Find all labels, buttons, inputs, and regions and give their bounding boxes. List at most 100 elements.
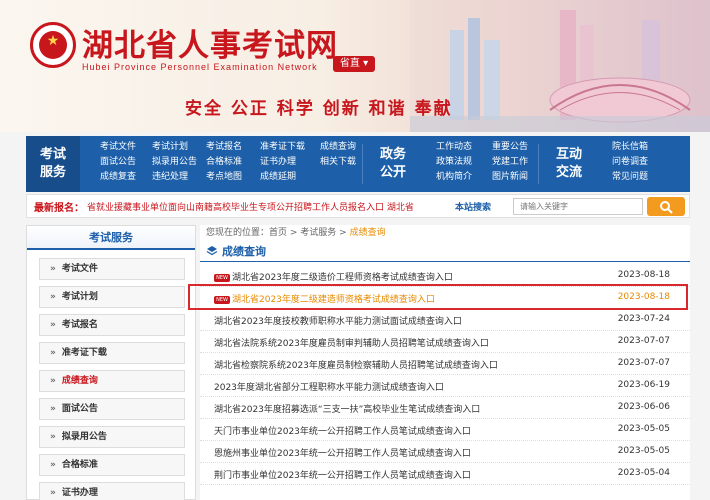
list-item[interactable]: 湖北省检察院系统2023年度雇员制检察辅助人员招聘笔试成绩查询入口 2023-0… bbox=[200, 353, 690, 375]
nav-link[interactable]: 成绩查询 bbox=[320, 142, 368, 153]
nav-head-interaction[interactable]: 互动 交流 bbox=[542, 136, 596, 192]
sidebar-item-exam-plan[interactable]: » 考试计划 bbox=[39, 286, 185, 308]
nav-link[interactable]: 机构简介 bbox=[436, 172, 482, 183]
section-title-text: 成绩查询 bbox=[222, 245, 266, 258]
nav-link[interactable]: 政策法规 bbox=[436, 157, 482, 168]
main-content: 您现在的位置：首页 > 考试服务 > 成绩查询 成绩查询 NEW 湖北省2023年… bbox=[188, 225, 690, 500]
breadcrumb-prefix: 您现在的位置： bbox=[206, 228, 270, 238]
nav-head-line: 服务 bbox=[39, 165, 66, 180]
list-item[interactable]: 天门市事业单位2023年统一公开招聘工作人员笔试成绩查询入口 2023-05-0… bbox=[200, 419, 690, 441]
new-badge: NEW bbox=[214, 296, 230, 304]
list-item-link[interactable]: 湖北省2023年度技校教师职称水平能力测试面试成绩查询入口 bbox=[214, 314, 604, 327]
sidebar-item-pass-standard[interactable]: » 合格标准 bbox=[39, 454, 185, 476]
list-item[interactable]: 2023年度湖北省部分工程职称水平能力测试成绩查询入口 2023-06-19 bbox=[200, 375, 690, 397]
search-icon bbox=[660, 201, 673, 214]
nav-link[interactable]: 考试计划 bbox=[152, 142, 196, 153]
nav-link[interactable]: 成绩复查 bbox=[100, 172, 142, 183]
nav-link[interactable]: 工作动态 bbox=[436, 142, 482, 153]
nav-link[interactable]: 问卷调查 bbox=[612, 157, 656, 168]
list-item-link[interactable]: 天门市事业单位2023年统一公开招聘工作人员笔试成绩查询入口 bbox=[214, 424, 604, 437]
list-item-link[interactable]: 恩施州事业单位2023年统一公开招聘工作人员笔试成绩查询入口 bbox=[214, 446, 604, 459]
nav-link[interactable]: 相关下载 bbox=[320, 157, 368, 168]
nav-head-line: 公开 bbox=[379, 165, 406, 180]
list-item[interactable]: 湖北省2023年度招募选派“三支一扶”高校毕业生笔试成绩查询入口 2023-06… bbox=[200, 397, 690, 419]
region-select-button[interactable]: 省直 ▾ bbox=[333, 56, 375, 72]
section-divider bbox=[200, 261, 690, 262]
layers-icon bbox=[206, 246, 218, 256]
sidebar-item-certificate[interactable]: » 证书办理 bbox=[39, 482, 185, 500]
search-label: 本站搜索 bbox=[455, 203, 492, 213]
nav-link[interactable]: 考试报名 bbox=[206, 142, 250, 153]
double-chevron-right-icon: » bbox=[50, 320, 56, 330]
sidebar-item-label: 准考证下载 bbox=[61, 348, 107, 358]
sidebar-item-hire-notice[interactable]: » 拟录用公告 bbox=[39, 426, 185, 448]
breadcrumb-home[interactable]: 首页 bbox=[269, 228, 287, 238]
list-item-link[interactable]: 湖北省2023年度二级建造师资格考试成绩查询入口 bbox=[232, 295, 435, 305]
nav-head-exam-service[interactable]: 考试 服务 bbox=[26, 136, 80, 192]
sidebar: 考试服务 » 考试文件 » 考试计划 » 考试报名 » 准考证下载 » 成绩查询 » 面试公… bbox=[26, 225, 196, 500]
list-item[interactable]: NEW 湖北省2023年度二级建造师资格考试成绩查询入口 2023-08-18 bbox=[188, 284, 690, 310]
site-header: ★ 湖北省人事考试网 Hubei Province Personnel Exam… bbox=[0, 0, 710, 132]
list-item-date: 2023-05-05 bbox=[617, 424, 670, 434]
breadcrumb-current: 成绩查询 bbox=[349, 228, 386, 238]
nav-link[interactable]: 考试文件 bbox=[100, 142, 142, 153]
search-input[interactable] bbox=[513, 198, 643, 215]
nav-head-gov-affairs[interactable]: 政务 公开 bbox=[366, 136, 420, 192]
list-item[interactable]: 恩施州事业单位2023年统一公开招聘工作人员笔试成绩查询入口 2023-05-0… bbox=[200, 441, 690, 463]
nav-link[interactable]: 成绩延期 bbox=[260, 172, 310, 183]
list-item-link[interactable]: 2023年度湖北省部分工程职称水平能力测试成绩查询入口 bbox=[214, 380, 604, 393]
nav-link[interactable]: 合格标准 bbox=[206, 157, 250, 168]
nav-link[interactable]: 重要公告 bbox=[492, 142, 536, 153]
city-skyline-banner bbox=[410, 0, 710, 132]
nav-link[interactable]: 图片新闻 bbox=[492, 172, 536, 183]
nav-link[interactable]: 拟录用公告 bbox=[152, 157, 197, 168]
list-item-title[interactable]: NEW 湖北省2023年度二级造价工程师资格考试成绩查询入口 bbox=[214, 270, 604, 283]
list-item-link[interactable]: 湖北省2023年度招募选派“三支一扶”高校毕业生笔试成绩查询入口 bbox=[214, 402, 604, 415]
nav-link[interactable]: 常见问题 bbox=[612, 172, 656, 183]
double-chevron-right-icon: » bbox=[50, 488, 56, 498]
nav-link[interactable]: 证书办理 bbox=[260, 157, 310, 168]
site-title[interactable]: 湖北省人事考试网 bbox=[82, 20, 338, 65]
list-item-link[interactable]: 荆门市事业单位2023年统一公开招聘工作人员笔试成绩查询入口 bbox=[214, 468, 604, 481]
main-nav: 考试 服务 考试文件 考试计划 考试报名 准考证下载 成绩查询 面试公告 拟录用… bbox=[26, 136, 690, 192]
nav-link[interactable]: 面试公告 bbox=[100, 157, 142, 168]
slogan: 安全 公正 科学 创新 和谐 奉献 bbox=[185, 99, 453, 119]
nav-links-interaction: 院长信箱 问卷调查 常见问题 bbox=[612, 142, 656, 183]
sidebar-item-registration[interactable]: » 考试报名 bbox=[39, 314, 185, 336]
list-item-date: 2023-08-18 bbox=[617, 270, 670, 280]
list-item[interactable]: 湖北省法院系统2023年度雇员制审判辅助人员招聘笔试成绩查询入口 2023-07… bbox=[200, 331, 690, 353]
logo-emblem-icon[interactable]: ★ bbox=[30, 22, 76, 68]
caret-down-icon: ▾ bbox=[363, 58, 369, 69]
notice-bar: 最新报名： 省就业援藏事业单位面向山南籍高校毕业生专项公开招聘工作人员报名入口 … bbox=[26, 194, 690, 218]
section-title: 成绩查询 bbox=[206, 243, 266, 259]
list-item-link[interactable]: 湖北省2023年度二级造价工程师资格考试成绩查询入口 bbox=[232, 273, 453, 283]
sidebar-item-label: 考试报名 bbox=[61, 320, 98, 330]
sidebar-item-interview-notice[interactable]: » 面试公告 bbox=[39, 398, 185, 420]
double-chevron-right-icon: » bbox=[50, 432, 56, 442]
new-badge: NEW bbox=[214, 274, 230, 282]
list-item-link[interactable]: 湖北省法院系统2023年度雇员制审判辅助人员招聘笔试成绩查询入口 bbox=[214, 336, 604, 349]
nav-link[interactable]: 考点地图 bbox=[206, 172, 250, 183]
nav-link[interactable]: 院长信箱 bbox=[612, 142, 656, 153]
search-button[interactable] bbox=[647, 197, 685, 216]
sidebar-item-label: 拟录用公告 bbox=[61, 432, 107, 442]
double-chevron-right-icon: » bbox=[50, 404, 56, 414]
sidebar-item-label: 面试公告 bbox=[61, 404, 98, 414]
list-item[interactable]: 荆门市事业单位2023年统一公开招聘工作人员笔试成绩查询入口 2023-05-0… bbox=[200, 463, 690, 485]
list-item-title[interactable]: NEW 湖北省2023年度二级建造师资格考试成绩查询入口 bbox=[214, 292, 604, 305]
breadcrumb: 您现在的位置：首页 > 考试服务 > 成绩查询 bbox=[206, 225, 386, 238]
list-item-date: 2023-06-06 bbox=[617, 402, 670, 412]
list-item-link[interactable]: 湖北省检察院系统2023年度雇员制检察辅助人员招聘笔试成绩查询入口 bbox=[214, 358, 604, 371]
sidebar-item-exam-files[interactable]: » 考试文件 bbox=[39, 258, 185, 280]
list-item[interactable]: 湖北省2023年度技校教师职称水平能力测试面试成绩查询入口 2023-07-24 bbox=[200, 309, 690, 331]
sidebar-item-admission-ticket[interactable]: » 准考证下载 bbox=[39, 342, 185, 364]
list-item-date: 2023-07-07 bbox=[617, 336, 670, 346]
nav-link[interactable]: 违纪处理 bbox=[152, 172, 196, 183]
notice-marquee-link[interactable]: 省就业援藏事业单位面向山南籍高校毕业生专项公开招聘工作人员报名入口 湖北省 bbox=[87, 200, 447, 213]
breadcrumb-parent[interactable]: 考试服务 bbox=[300, 228, 336, 238]
nav-link[interactable]: 党建工作 bbox=[492, 157, 536, 168]
sidebar-item-label: 证书办理 bbox=[61, 488, 98, 498]
double-chevron-right-icon: » bbox=[50, 264, 56, 274]
nav-link[interactable]: 准考证下载 bbox=[260, 142, 310, 153]
sidebar-item-score-query[interactable]: » 成绩查询 bbox=[39, 370, 185, 392]
